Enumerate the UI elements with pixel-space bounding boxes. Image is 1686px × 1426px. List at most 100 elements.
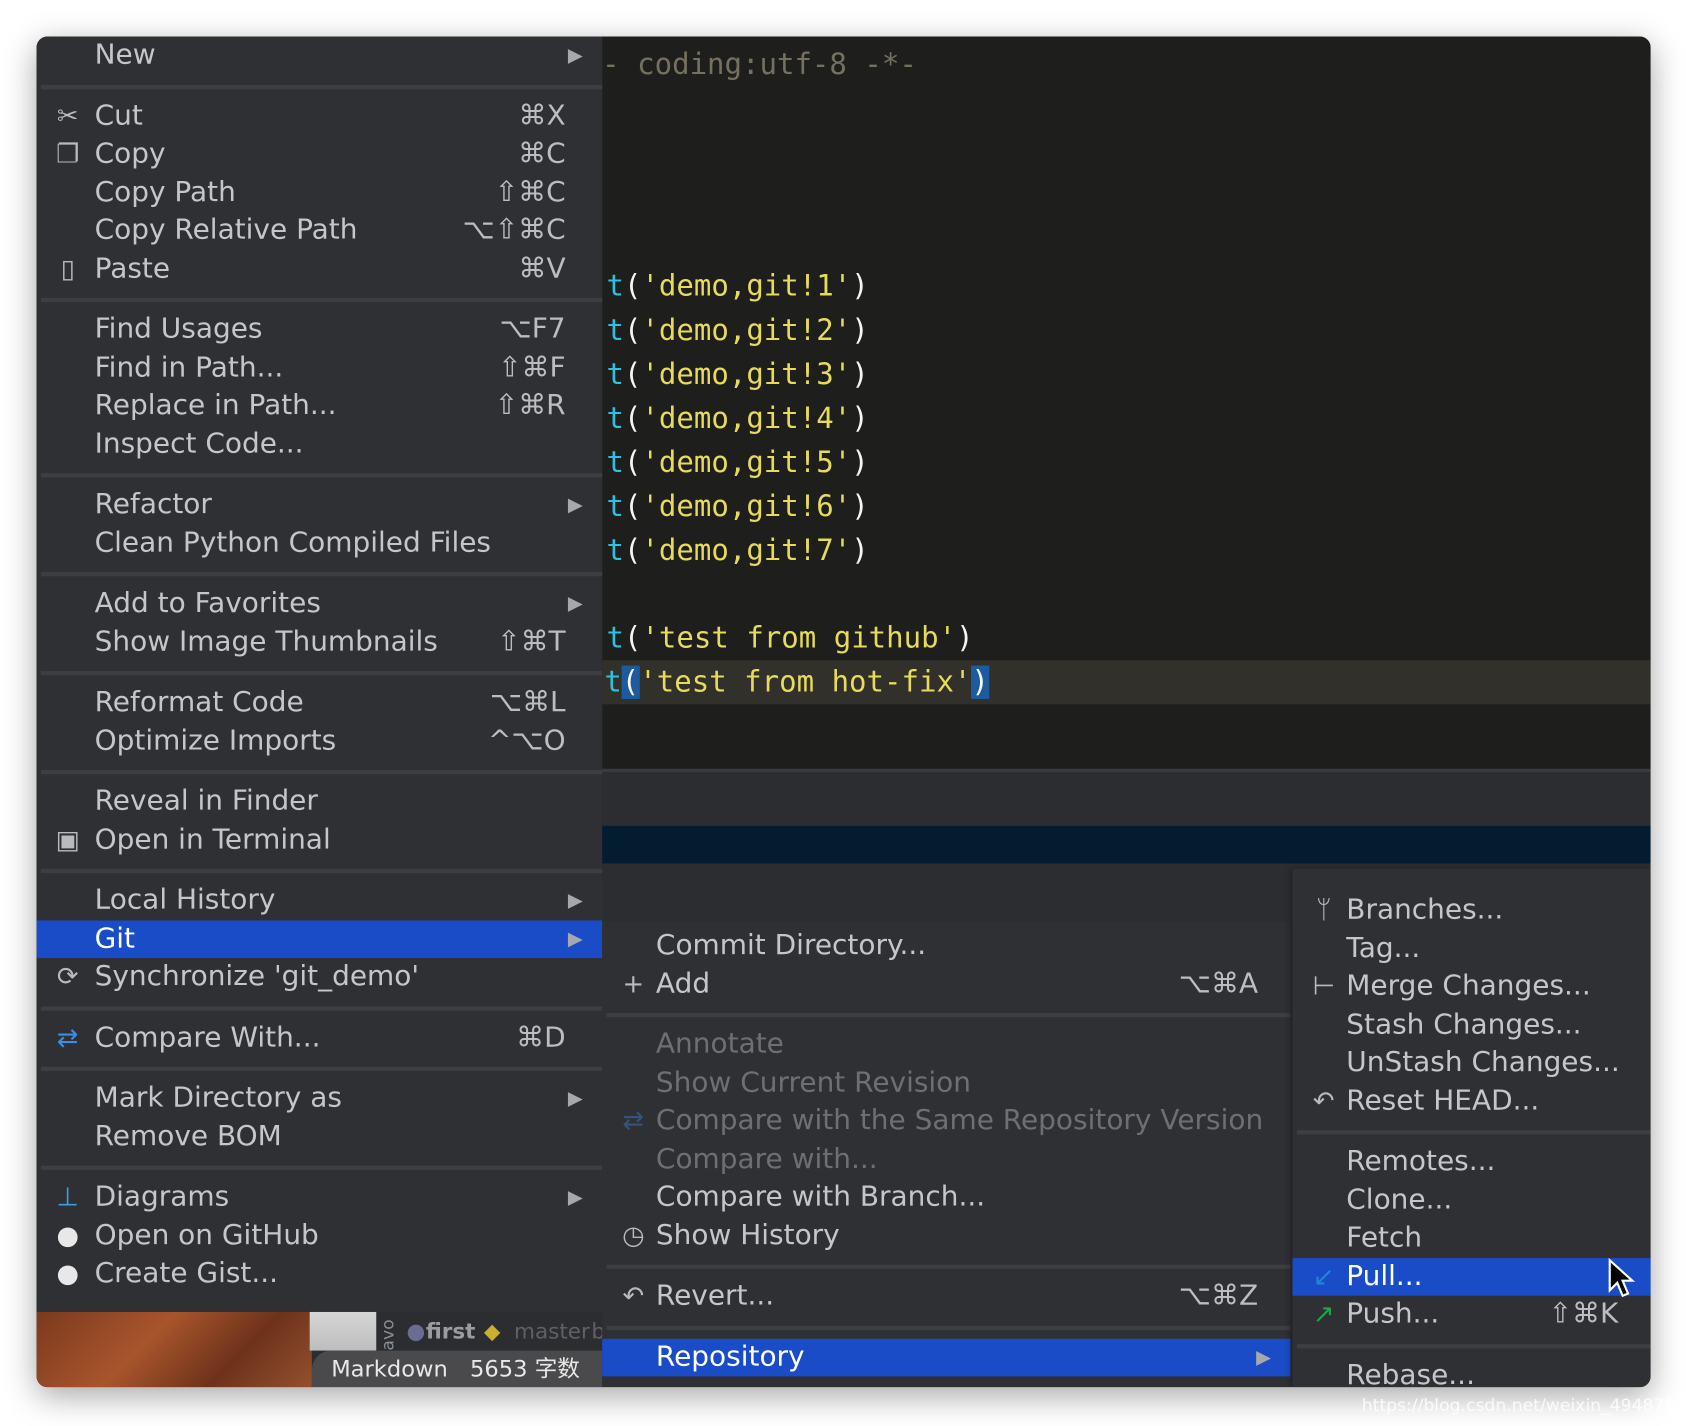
menu-item-reformat-code[interactable]: Reformat Code ⌥⌘L: [37, 684, 603, 722]
menu-item-reset-head[interactable]: ↶ Reset HEAD...: [1293, 1082, 1651, 1120]
menu-item-unstash-changes[interactable]: UnStash Changes...: [1293, 1044, 1651, 1082]
menu-item-branches[interactable]: ᛘ Branches...: [1293, 891, 1651, 929]
menu-item-label: Mark Directory as: [94, 1081, 342, 1115]
menu-item-stash-changes[interactable]: Stash Changes...: [1293, 1006, 1651, 1044]
menu-item-merge-changes[interactable]: ⊢ Merge Changes...: [1293, 968, 1651, 1006]
menu-item-commit-directory[interactable]: Commit Directory...: [602, 927, 1290, 965]
menu-item-refactor[interactable]: Refactor ▶: [37, 486, 603, 524]
menu-item-copy-path[interactable]: Copy Path ⇧⌘C: [37, 174, 603, 212]
code-line[interactable]: t('demo,git!7'): [604, 529, 868, 573]
menu-item-label: UnStash Changes...: [1346, 1046, 1620, 1079]
menu-item-new[interactable]: New ▶: [37, 37, 603, 75]
menu-item-label: Copy Path: [94, 175, 236, 209]
menu-item-paste[interactable]: ▯ Paste ⌘V: [37, 250, 603, 288]
menu-separator: [602, 1255, 1291, 1278]
close-paren: ): [851, 490, 869, 524]
code-line[interactable]: t('demo,git!6'): [604, 485, 868, 529]
menu-item-show-history[interactable]: ◷ Show History: [602, 1217, 1290, 1255]
menu-separator: [37, 1156, 603, 1179]
menu-item-git[interactable]: Git ▶: [36, 919, 603, 959]
menu-item-label: New: [94, 38, 156, 71]
menu-item-diagrams[interactable]: ⊥ Diagrams ▶: [37, 1179, 603, 1217]
menu-item-clone[interactable]: Clone...: [1293, 1181, 1651, 1219]
menu-item-remove-bom[interactable]: Remove BOM: [37, 1118, 603, 1156]
selected-tree-row[interactable]: [602, 825, 1651, 864]
menu-item-label: Repository: [655, 1340, 805, 1373]
menu-separator: [602, 1003, 1291, 1026]
menu-item-label: Show History: [655, 1218, 840, 1252]
menu-item-label: Push...: [1346, 1297, 1440, 1331]
menu-item-clean-python-compiled-files[interactable]: Clean Python Compiled Files: [37, 524, 603, 562]
menu-item-add-to-favorites[interactable]: Add to Favorites ▶: [37, 585, 603, 623]
close-paren: ): [971, 665, 989, 699]
menu-item-copy[interactable]: ❐ Copy ⌘C: [37, 135, 603, 173]
submenu-arrow-icon: ▶: [567, 1087, 583, 1110]
menu-item-annotate[interactable]: Annotate: [602, 1026, 1290, 1064]
code-line[interactable]: t('test from github'): [604, 616, 973, 660]
shortcut-label: ⇧⌘C: [494, 175, 566, 209]
menu-item-compare-with-branch[interactable]: Compare with Branch...: [602, 1179, 1290, 1217]
menu-item-find-usages[interactable]: Find Usages ⌥F7: [37, 311, 603, 349]
menu-item-rebase[interactable]: Rebase...: [1293, 1356, 1651, 1387]
code-line[interactable]: t('demo,git!3'): [604, 353, 868, 397]
menu-item-show-current-revision[interactable]: Show Current Revision: [602, 1064, 1290, 1102]
compare-icon: ⇄: [622, 1105, 645, 1136]
menu-item-label: Cut: [94, 99, 143, 132]
menu-item-remotes[interactable]: Remotes...: [1293, 1143, 1651, 1181]
menu-item-label: Remotes...: [1346, 1145, 1496, 1178]
code-line[interactable]: t('test from hot-fix'): [602, 660, 1651, 705]
menu-item-local-history[interactable]: Local History ▶: [37, 882, 603, 920]
menu-item-find-in-path[interactable]: Find in Path... ⇧⌘F: [37, 349, 603, 387]
menu-item-create-gist[interactable]: ● Create Gist...: [37, 1255, 603, 1293]
shortcut-label: ⌘X: [518, 99, 566, 132]
menu-item-compare-with-the-same-repository-version[interactable]: ⇄ Compare with the Same Repository Versio…: [602, 1102, 1290, 1140]
menu-item-open-on-github[interactable]: ● Open on GitHub: [37, 1217, 603, 1255]
code-line[interactable]: t('demo,git!1'): [604, 265, 868, 309]
shortcut-label: ⇧⌘R: [494, 389, 566, 422]
menu-item-repository[interactable]: Repository ▶: [602, 1338, 1291, 1377]
code-line[interactable]: t('demo,git!5'): [604, 441, 868, 485]
close-paren: ): [956, 621, 974, 655]
menu-item-label: Refactor: [94, 488, 212, 521]
menu-item-inspect-code[interactable]: Inspect Code...: [37, 425, 603, 463]
menu-item-copy-relative-path[interactable]: Copy Relative Path ⌥⇧⌘C: [37, 212, 603, 250]
function-name: t: [606, 490, 624, 524]
open-paren: (: [623, 313, 642, 348]
string-literal: 'demo,git!5': [641, 446, 852, 480]
menu-item-open-in-terminal[interactable]: ▣ Open in Terminal: [37, 821, 603, 859]
close-paren: ): [851, 269, 869, 304]
file-mode[interactable]: Markdown: [331, 1356, 448, 1382]
open-paren: (: [621, 665, 640, 699]
string-literal: 'demo,git!4': [641, 402, 852, 436]
menu-item-add[interactable]: + Add ⌥⌘A: [602, 965, 1290, 1003]
close-paren: ): [851, 313, 869, 348]
submenu-arrow-icon: ▶: [567, 44, 583, 67]
menu-separator: [602, 1316, 1291, 1339]
menu-item-mark-directory-as[interactable]: Mark Directory as ▶: [37, 1080, 603, 1118]
vertical-tab-label[interactable]: avo: [377, 1312, 397, 1350]
tool-window-header: [602, 768, 1651, 830]
menu-item-label: Compare With...: [94, 1020, 321, 1054]
status-bar: Markdown 5653 字数: [311, 1350, 603, 1388]
menu-item-cut[interactable]: ✂ Cut ⌘X: [37, 97, 603, 135]
menu-item-optimize-imports[interactable]: Optimize Imports ^⌥O: [37, 722, 603, 760]
menu-item-reveal-in-finder[interactable]: Reveal in Finder: [37, 783, 603, 821]
menu-item-label: Pull...: [1346, 1259, 1423, 1292]
code-line[interactable]: t('demo,git!4'): [604, 397, 868, 441]
menu-item-replace-in-path[interactable]: Replace in Path... ⇧⌘R: [37, 387, 603, 425]
menu-item-compare-with[interactable]: Compare with...: [602, 1140, 1290, 1178]
menu-item-pull[interactable]: ↙ Pull...: [1292, 1257, 1651, 1296]
diagram-icon: ⊥: [56, 1181, 79, 1212]
menu-item-revert[interactable]: ↶ Revert... ⌥⌘Z: [602, 1277, 1290, 1315]
menu-item-tag[interactable]: Tag...: [1293, 930, 1651, 968]
code-line[interactable]: t('demo,git!2'): [604, 309, 868, 353]
menu-separator: [1293, 1120, 1651, 1143]
menu-item-label: Reveal in Finder: [94, 784, 318, 818]
code-editor[interactable]: - coding:utf-8 -*- t('demo,git!1') t('dem…: [602, 36, 1651, 769]
menu-item-synchronize-git-demo[interactable]: ⟳ Synchronize 'git_demo': [37, 958, 603, 996]
menu-item-compare-with[interactable]: ⇄ Compare With... ⌘D: [37, 1019, 603, 1057]
menu-item-show-image-thumbnails[interactable]: Show Image Thumbnails ⇧⌘T: [37, 623, 603, 661]
menu-item-fetch[interactable]: Fetch: [1293, 1219, 1651, 1257]
menu-item-push[interactable]: ↗ Push... ⇧⌘K: [1293, 1296, 1651, 1334]
open-paren: (: [623, 621, 642, 655]
